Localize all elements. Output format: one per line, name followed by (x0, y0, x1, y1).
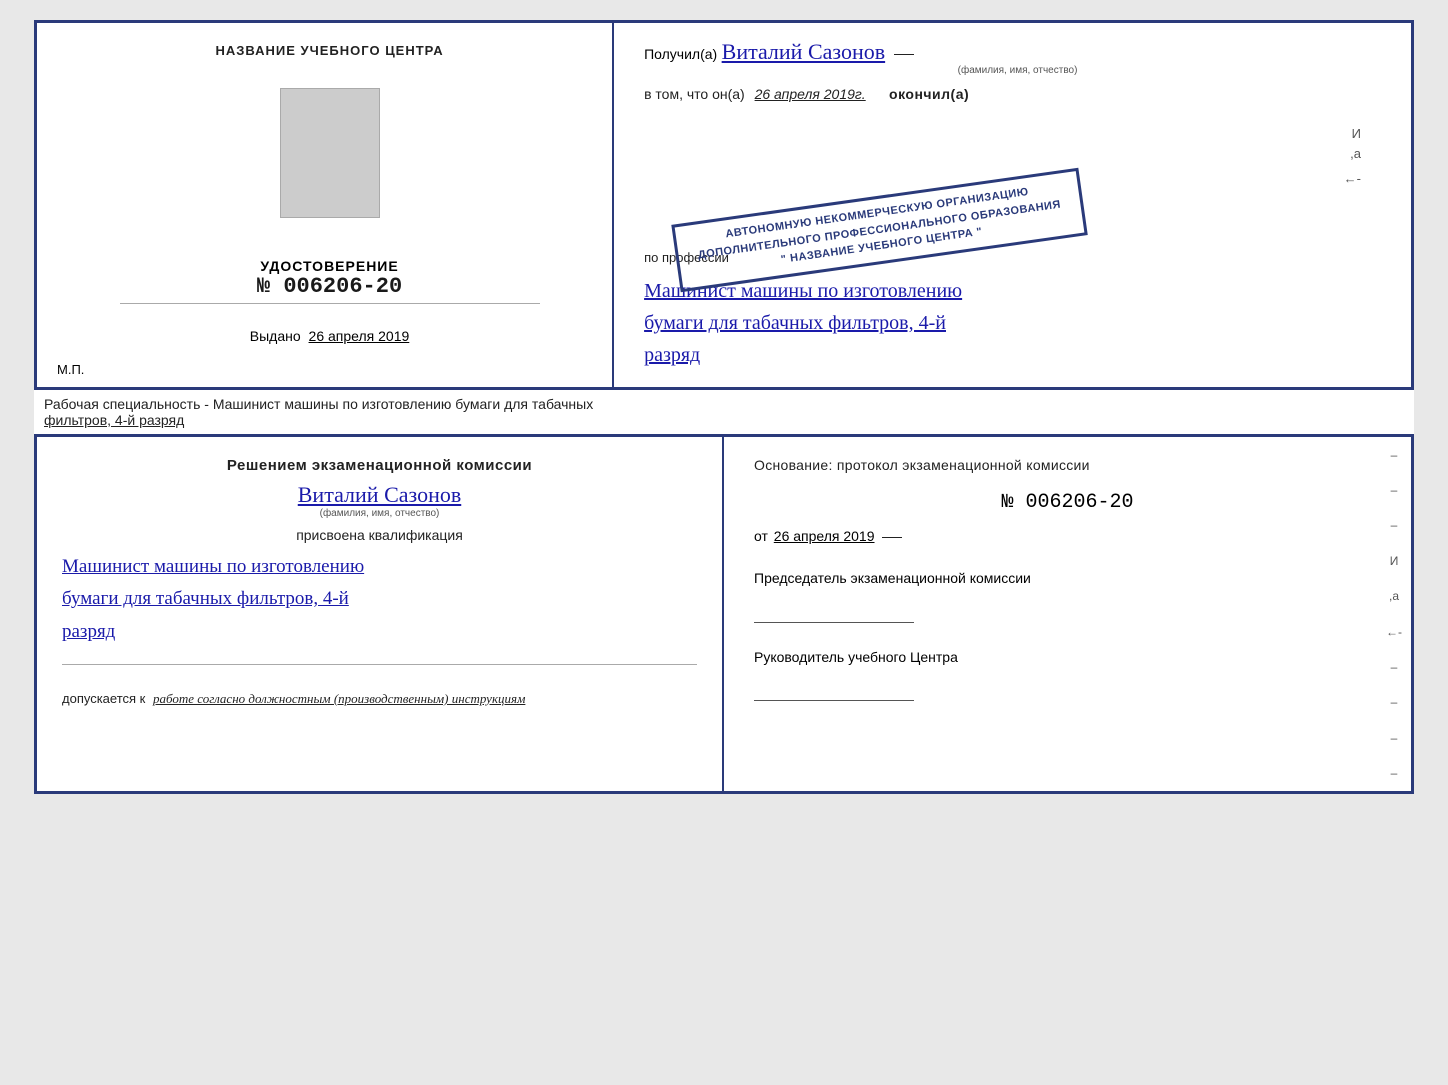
person-name-area: Виталий Сазонов (фамилия, имя, отчество) (62, 482, 697, 519)
date-value: 26 апреля 2019 (774, 528, 875, 544)
date-prefix: от (754, 528, 768, 544)
cert-left-panel: НАЗВАНИЕ УЧЕБНОГО ЦЕНТРА УДОСТОВЕРЕНИЕ №… (37, 23, 614, 387)
qualification-text: Машинист машины по изготовлению бумаги д… (62, 551, 697, 648)
mp-label: М.П. (57, 362, 84, 377)
basis-label: Основание: протокол экзаменационной коми… (754, 457, 1381, 473)
allowed-line: допускается к работе согласно должностны… (62, 691, 697, 707)
right-decorations: – – – И ,а ←- – – – – (1385, 437, 1403, 791)
deco-6: – (1391, 731, 1398, 745)
deco-7: – (1391, 766, 1398, 780)
a-decoration: ,а (1350, 146, 1361, 161)
issued-line: Выдано 26 апреля 2019 (250, 328, 410, 344)
deco-3: – (1391, 518, 1398, 532)
deco-a: ,а (1389, 589, 1399, 603)
photo-placeholder (280, 88, 380, 218)
protocol-number: № 006206-20 (754, 491, 1381, 514)
cert-right-panel: Получил(а) Виталий Сазонов (фамилия, имя… (614, 23, 1411, 387)
fio-subtitle-bottom: (фамилия, имя, отчество) (62, 508, 697, 519)
qual-line2: бумаги для табачных фильтров, 4-й (62, 583, 697, 615)
allowed-prefix: допускается к (62, 691, 145, 706)
document-number: № 006206-20 (257, 274, 402, 299)
qualification-label: присвоена квалификация (62, 527, 697, 543)
in-that-prefix: в том, что он(а) (644, 86, 745, 102)
label-bar-underline: фильтров, 4-й разряд (44, 412, 184, 428)
and-decoration: И (1352, 126, 1361, 141)
arrow-decoration: ←- (1344, 171, 1361, 186)
deco-5: – (1391, 695, 1398, 709)
profession-line2: бумаги для табачных фильтров, 4-й (644, 307, 1391, 339)
in-that-line: в том, что он(а) 26 апреля 2019г. окончи… (644, 86, 1391, 102)
profession-line3: разряд (644, 339, 1391, 371)
bottom-left-panel: Решением экзаменационной комиссии Витали… (37, 437, 724, 791)
recipient-name: Виталий Сазонов (722, 39, 885, 64)
qual-line3: разряд (62, 616, 697, 648)
person-name: Виталий Сазонов (62, 482, 697, 508)
director-label: Руководитель учебного Центра (754, 648, 1381, 668)
training-center-title: НАЗВАНИЕ УЧЕБНОГО ЦЕНТРА (215, 43, 443, 58)
bottom-right-panel: Основание: протокол экзаменационной коми… (724, 437, 1411, 791)
chairman-label: Председатель экзаменационной комиссии (754, 569, 1381, 589)
deco-arrow: ←- (1386, 625, 1402, 639)
chairman-signature-line (754, 603, 914, 623)
issued-label: Выдано (250, 328, 301, 344)
finished-label: окончил(а) (889, 86, 969, 102)
deco-2: – (1391, 483, 1398, 497)
bottom-certificate: Решением экзаменационной комиссии Витали… (34, 434, 1414, 794)
allowed-text: работе согласно должностным (производств… (153, 691, 525, 706)
issued-date: 26 апреля 2019 (309, 328, 410, 344)
dash-decoration (894, 54, 914, 55)
commission-title: Решением экзаменационной комиссии (62, 457, 697, 474)
label-bar: Рабочая специальность - Машинист машины … (34, 390, 1414, 434)
date-dash (882, 537, 902, 538)
date-handwritten: 26 апреля 2019г. (755, 86, 866, 102)
top-certificate: НАЗВАНИЕ УЧЕБНОГО ЦЕНТРА УДОСТОВЕРЕНИЕ №… (34, 20, 1414, 390)
profession-text: Машинист машины по изготовлению бумаги д… (644, 275, 1391, 371)
protocol-date: от 26 апреля 2019 (754, 528, 1381, 544)
fio-subtitle: (фамилия, имя, отчество) (644, 65, 1391, 76)
stamp: АВТОНОМНУЮ НЕКОММЕРЧЕСКУЮ ОРГАНИЗАЦИЮ ДО… (671, 168, 1087, 292)
deco-4: – (1391, 660, 1398, 674)
label-bar-normal: Рабочая специальность - Машинист машины … (44, 396, 593, 412)
qual-line1: Машинист машины по изготовлению (62, 551, 697, 583)
received-prefix: Получил(а) (644, 46, 717, 62)
document-label: УДОСТОВЕРЕНИЕ (260, 258, 398, 274)
bottom-separator (62, 664, 697, 665)
separator (120, 303, 540, 304)
received-line: Получил(а) Виталий Сазонов (фамилия, имя… (644, 39, 1391, 76)
deco-i: И (1390, 554, 1399, 568)
director-signature-line (754, 681, 914, 701)
deco-1: – (1391, 448, 1398, 462)
